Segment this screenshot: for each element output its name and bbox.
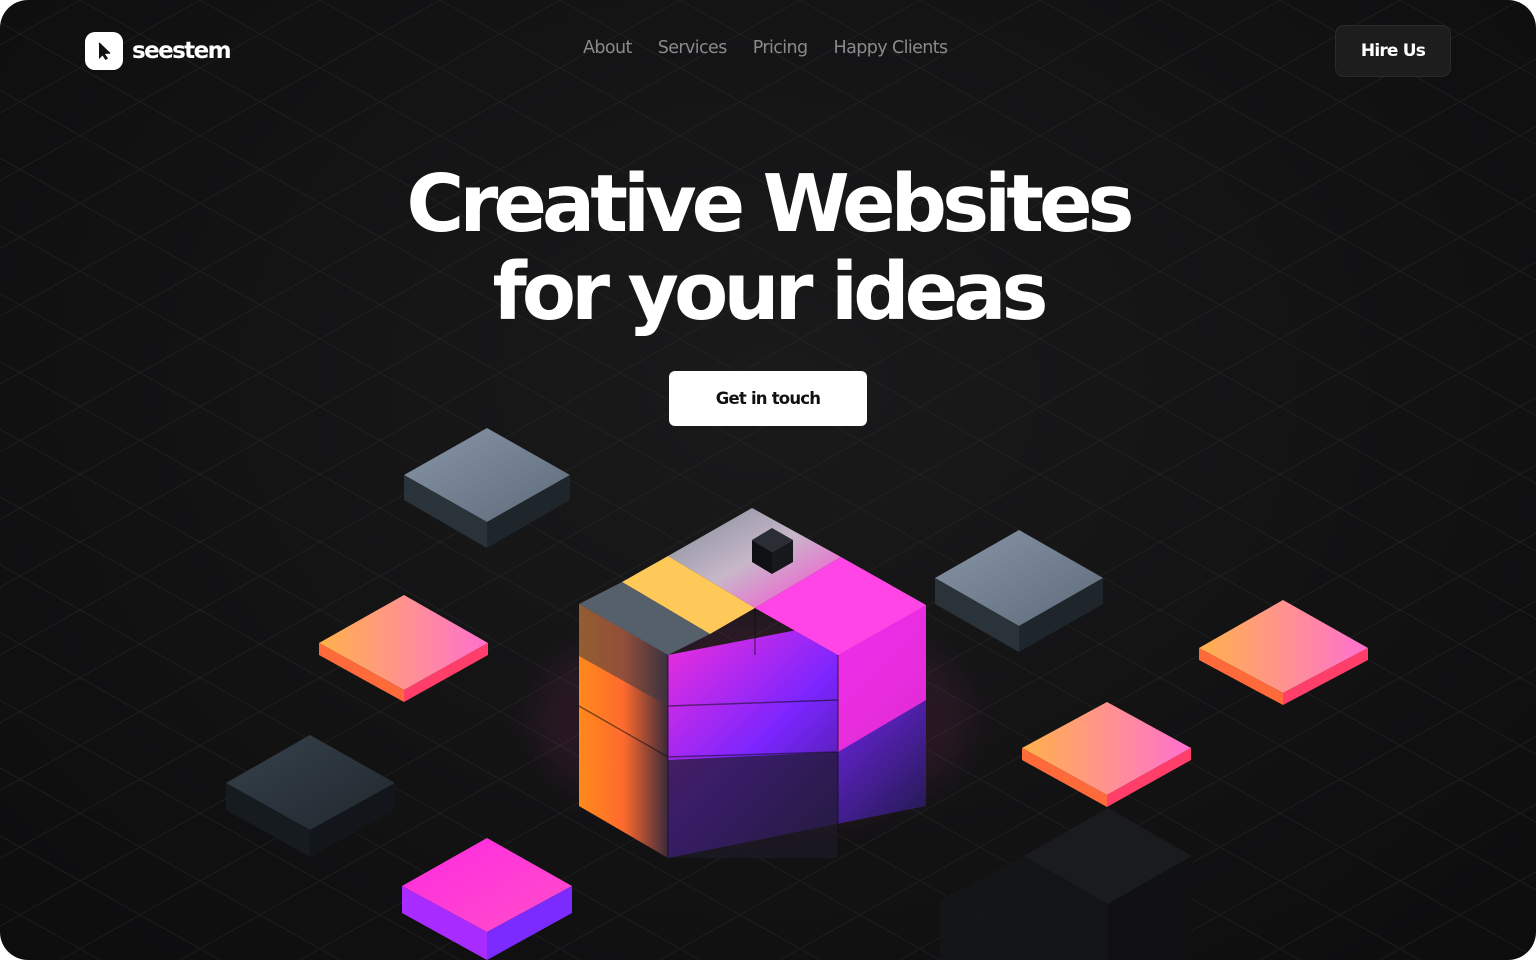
tile-slate-right bbox=[935, 530, 1103, 652]
tile-dark-bottom-right bbox=[940, 808, 1192, 960]
tile-peach-right bbox=[1022, 702, 1191, 807]
tile-dark-lower-left bbox=[226, 735, 395, 857]
tile-magenta-bottom bbox=[402, 838, 572, 960]
isometric-blocks-illustration bbox=[226, 428, 1368, 960]
tile-peach-left bbox=[319, 595, 488, 702]
tile-slate-top-left bbox=[404, 428, 570, 548]
central-cube bbox=[532, 508, 972, 858]
tile-peach-far-right bbox=[1199, 600, 1368, 705]
page-frame: seestem About Services Pricing Happy Cli… bbox=[0, 0, 1536, 960]
